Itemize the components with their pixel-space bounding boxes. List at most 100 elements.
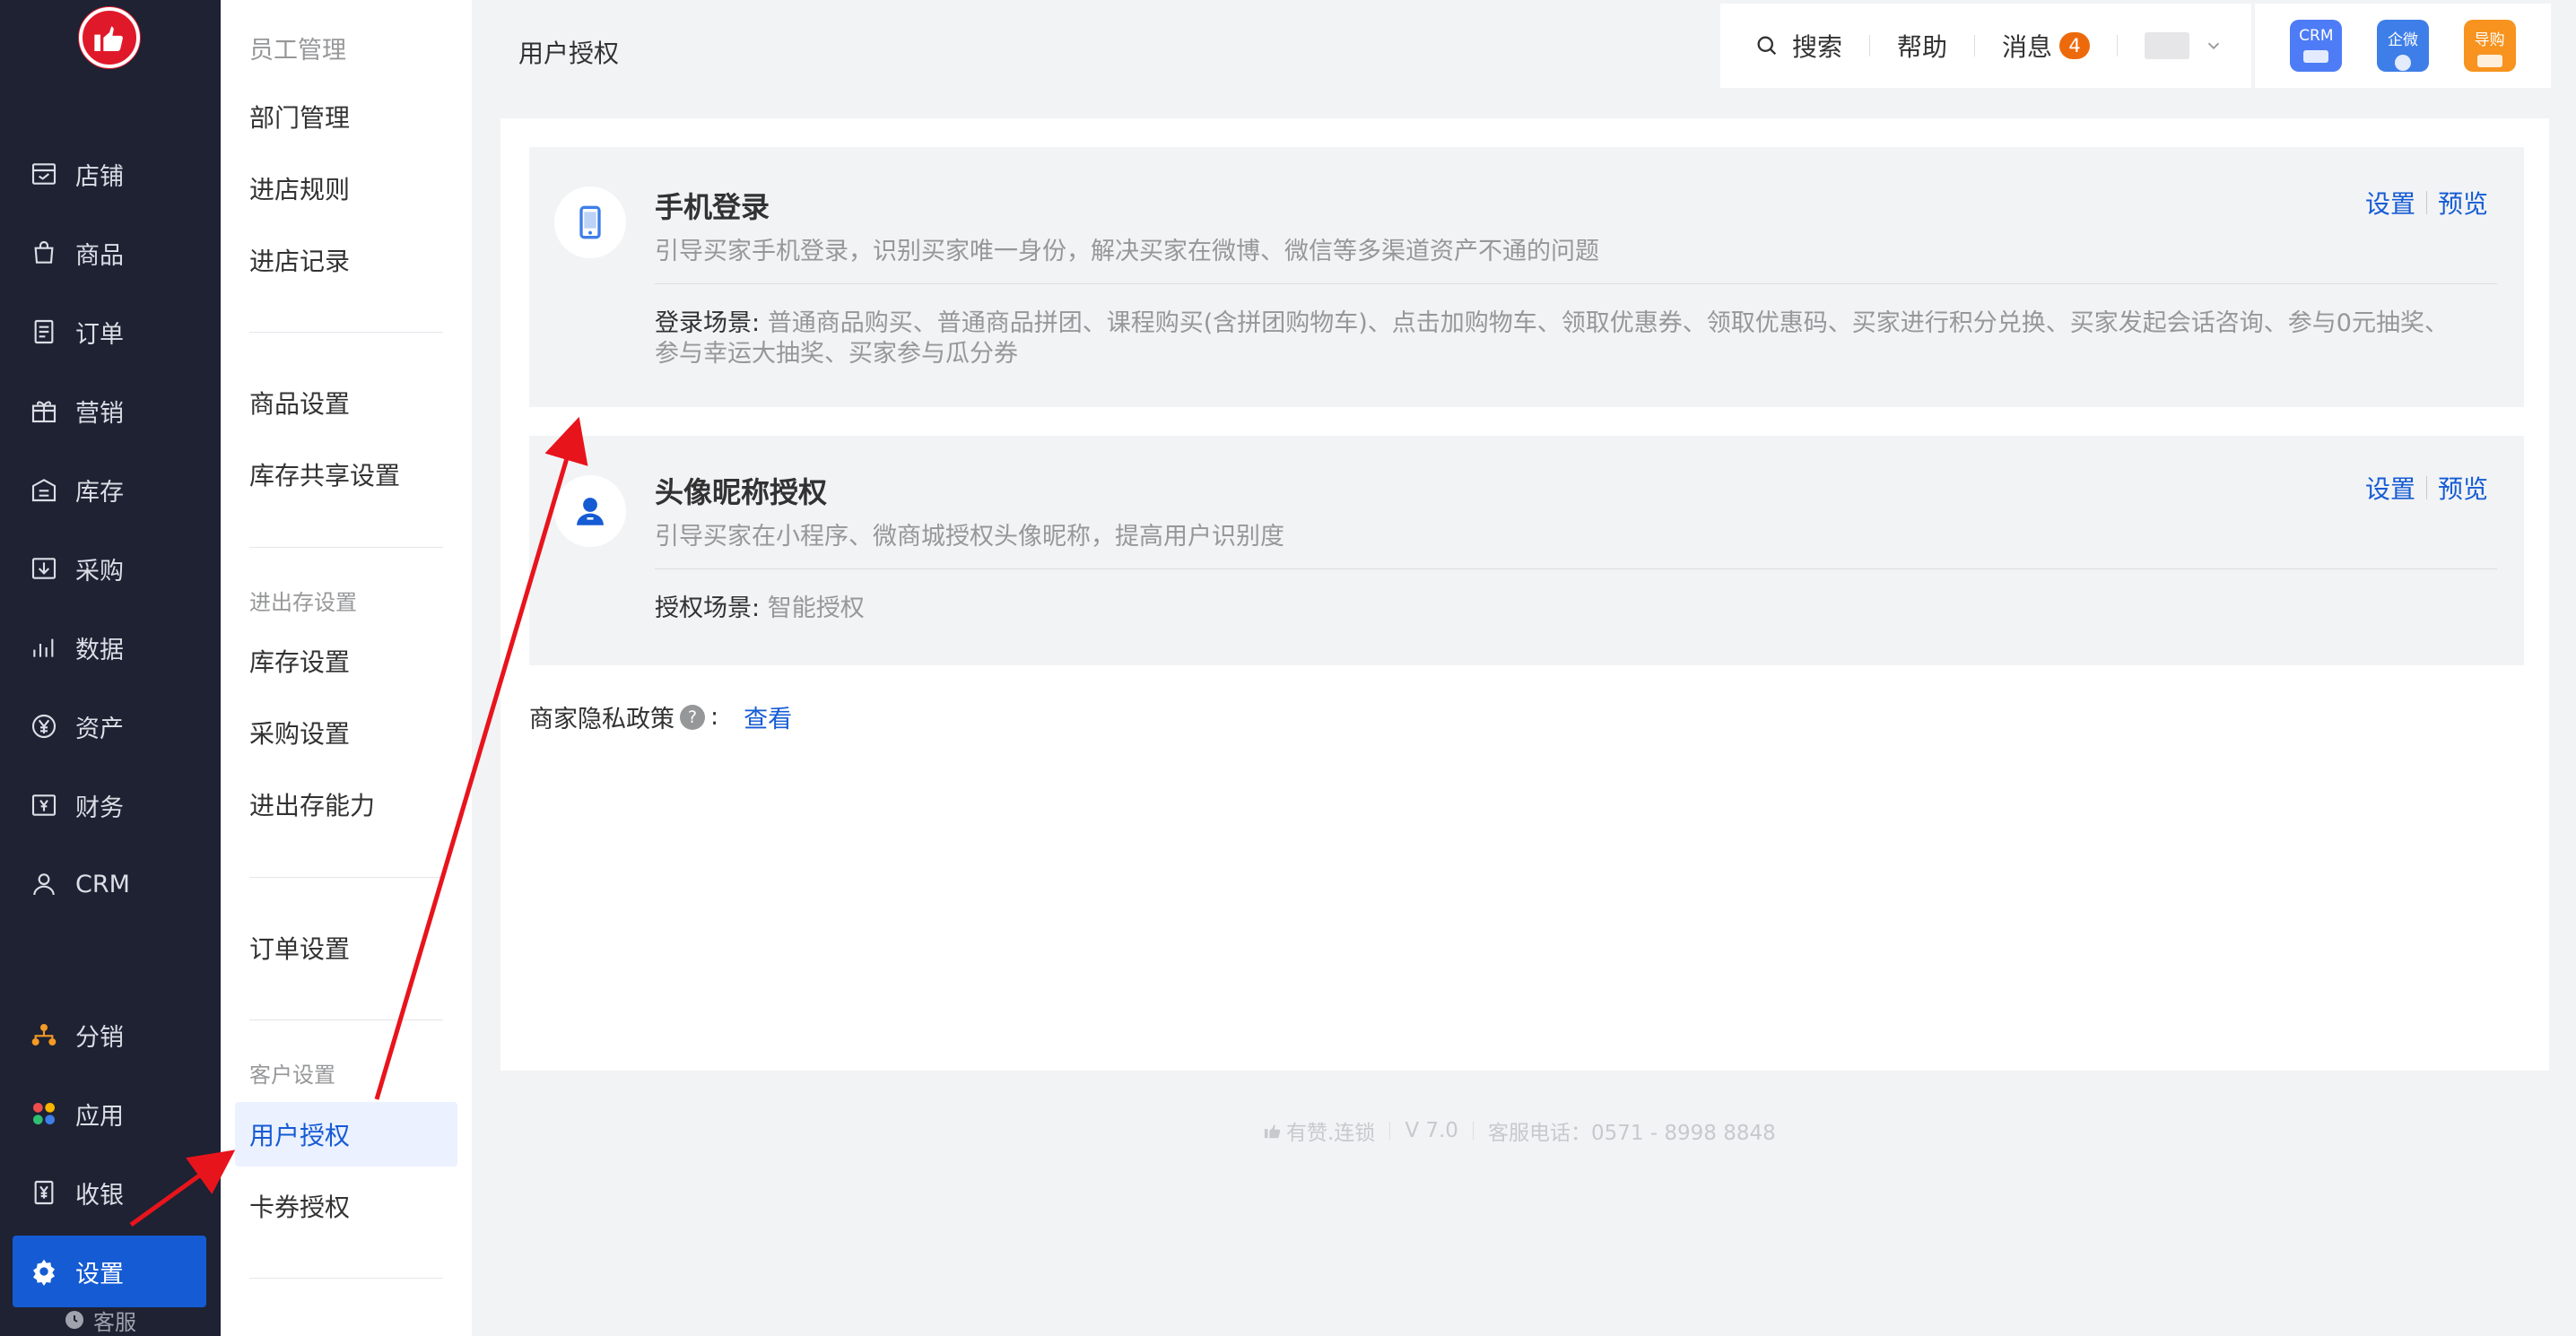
chevron-down-icon <box>2207 42 2220 50</box>
scene-label: 登录场景: <box>655 309 761 337</box>
sub-item-entry-rules[interactable]: 进店规则 <box>235 156 457 221</box>
divider <box>2117 35 2119 56</box>
sub-group-inventory: 进出存设置 <box>249 590 357 615</box>
finance-icon <box>29 790 59 820</box>
auth-card-phone-login: 手机登录 引导买家手机登录，识别买家唯一身份，解决买家在微博、微信等多渠道资产不… <box>529 147 2524 407</box>
card-icon-wrap <box>554 475 626 547</box>
footer: 有赞.连锁 V 7.0 客服电话：0571 - 8998 8848 <box>1263 1115 1776 1146</box>
card-title: 头像昵称授权 <box>655 475 828 509</box>
sub-item-stock-share[interactable]: 库存共享设置 <box>235 442 457 507</box>
preview-link[interactable]: 预览 <box>2438 470 2488 506</box>
top-toolbar: 搜索 帮助 消息 4 <box>1720 4 2251 88</box>
search-button[interactable]: 搜索 <box>1754 28 1842 64</box>
nav-item-assets[interactable]: 资产 <box>13 691 206 761</box>
gear-icon <box>29 1256 59 1287</box>
nav-item-label: 库存 <box>75 478 124 507</box>
settings-link[interactable]: 设置 <box>2365 185 2415 221</box>
app-shortcuts: CRM 企微 导购 <box>2255 4 2551 88</box>
sub-item-inventory-ability[interactable]: 进出存能力 <box>235 772 457 837</box>
nav-item-marketing[interactable]: 营销 <box>13 376 206 446</box>
nav-item-store[interactable]: 店铺 <box>13 139 206 209</box>
nav-item-apps[interactable]: 应用 <box>13 1079 206 1149</box>
nav-item-label: 应用 <box>75 1102 124 1131</box>
card-description: 引导买家手机登录，识别买家唯一身份，解决买家在微博、微信等多渠道资产不通的问题 <box>655 238 1599 265</box>
divider <box>655 283 2497 284</box>
sub-group-staff: 员工管理 <box>249 37 346 65</box>
service-icon <box>63 1308 86 1332</box>
sub-item-purchase-settings[interactable]: 采购设置 <box>235 700 457 765</box>
sub-item-order-settings[interactable]: 订单设置 <box>235 915 457 980</box>
page-title: 用户授权 <box>518 39 620 68</box>
nav-item-label: 资产 <box>75 715 124 743</box>
nav-item-service[interactable]: 客服 <box>13 1304 206 1336</box>
privacy-view-link[interactable]: 查看 <box>744 699 792 734</box>
card-actions: 设置 预览 <box>2365 185 2488 221</box>
guide-app-icon <box>2476 55 2502 67</box>
divider <box>249 1278 443 1279</box>
nav-item-settings[interactable]: 设置 <box>13 1236 206 1307</box>
sub-item-department[interactable]: 部门管理 <box>235 84 457 149</box>
cashier-icon <box>29 1177 59 1208</box>
divider <box>249 332 443 333</box>
sub-item-user-auth[interactable]: 用户授权 <box>235 1102 457 1167</box>
nav-item-cashier[interactable]: 收银 <box>13 1158 206 1228</box>
nav-item-label: 订单 <box>75 320 124 349</box>
divider <box>1869 35 1871 56</box>
nav-item-distribution[interactable]: 分销 <box>13 1000 206 1070</box>
sub-group-customer: 客户设置 <box>249 1063 335 1088</box>
divider <box>249 1019 443 1020</box>
nav-item-label: 店铺 <box>75 162 124 191</box>
account-menu[interactable] <box>2145 32 2224 59</box>
app-label: CRM <box>2299 27 2334 45</box>
divider <box>2425 476 2427 499</box>
messages-button[interactable]: 消息 4 <box>2002 28 2091 64</box>
guide-app-button[interactable]: 导购 <box>2463 20 2516 72</box>
preview-link[interactable]: 预览 <box>2438 185 2488 221</box>
nav-item-crm[interactable]: CRM <box>13 849 206 919</box>
privacy-colon: : <box>710 703 719 731</box>
thumbs-up-icon <box>94 26 123 51</box>
nav-item-label: 设置 <box>75 1260 124 1288</box>
nav-item-goods[interactable]: 商品 <box>13 218 206 288</box>
divider <box>1389 1122 1391 1140</box>
nav-item-label: 商品 <box>75 241 124 270</box>
app-label: 导购 <box>2474 31 2505 49</box>
crm-app-icon <box>2303 50 2329 63</box>
account-avatar <box>2145 32 2190 59</box>
order-icon <box>29 317 59 347</box>
crm-app-button[interactable]: CRM <box>2290 20 2343 72</box>
sub-item-stock-settings[interactable]: 库存设置 <box>235 629 457 693</box>
distribution-icon <box>29 1019 59 1050</box>
primary-sidebar: 店铺 商品 订单 营销 库存 采购 数据 资产 财务 CRM 分销 应用 收银 … <box>0 0 221 1336</box>
divider <box>249 877 443 878</box>
messages-label: 消息 <box>2002 32 2053 62</box>
divider <box>249 547 443 548</box>
wecom-app-button[interactable]: 企微 <box>2376 20 2429 72</box>
nav-item-orders[interactable]: 订单 <box>13 297 206 367</box>
sub-item-coupon-auth[interactable]: 卡券授权 <box>235 1174 457 1238</box>
nav-item-purchase[interactable]: 采购 <box>13 534 206 603</box>
scene-text: 普通商品购买、普通商品拼团、课程购买(含拼团购物车)、点击加购物车、领取优惠券、… <box>655 309 2449 368</box>
nav-item-label: 客服 <box>93 1309 136 1335</box>
purchase-icon <box>29 553 59 584</box>
sub-item-goods-settings[interactable]: 商品设置 <box>235 370 457 435</box>
nav-item-finance[interactable]: 财务 <box>13 770 206 840</box>
divider <box>1472 1122 1474 1140</box>
bag-icon <box>29 238 59 268</box>
nav-item-data[interactable]: 数据 <box>13 612 206 682</box>
nav-item-label: 营销 <box>75 399 124 428</box>
card-title: 手机登录 <box>655 190 770 224</box>
scene-label: 授权场景: <box>655 594 761 622</box>
footer-version: V 7.0 <box>1405 1119 1458 1142</box>
nav-item-inventory[interactable]: 库存 <box>13 455 206 525</box>
nav-item-label: 分销 <box>75 1023 124 1052</box>
brand-logo[interactable] <box>79 7 140 68</box>
question-icon[interactable]: ? <box>680 704 705 730</box>
settings-link[interactable]: 设置 <box>2365 470 2415 506</box>
card-scene: 登录场景: 普通商品购买、普通商品拼团、课程购买(含拼团购物车)、点击加购物车、… <box>655 308 2470 369</box>
help-button[interactable]: 帮助 <box>1897 28 1947 64</box>
apps-icon <box>29 1098 59 1129</box>
main-content: 手机登录 引导买家手机登录，识别买家唯一身份，解决买家在微博、微信等多渠道资产不… <box>500 118 2549 1071</box>
scene-text: 智能授权 <box>767 594 865 622</box>
sub-item-entry-records[interactable]: 进店记录 <box>235 228 457 292</box>
